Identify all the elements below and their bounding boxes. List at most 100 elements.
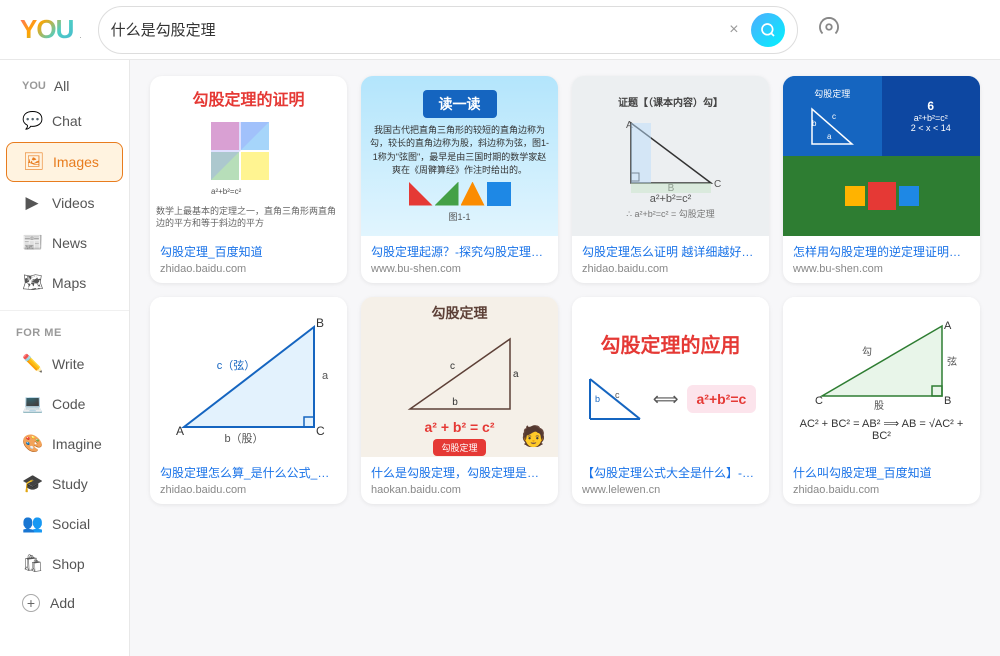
sidebar-item-study-label: Study [52,476,88,492]
image-card-7[interactable]: 勾股定理的应用 b a c ⟺ a²+b²=c [572,297,769,504]
svg-text:a: a [827,132,832,141]
svg-text:b: b [812,119,817,128]
svg-text:c: c [615,390,620,400]
sidebar-item-social[interactable]: 👥 Social [6,505,123,543]
card7-svg: b a c [585,374,645,424]
card2-title: 勾股定理起源？-探究勾股定理的起源写一篇议论文 [371,244,548,261]
add-icon: + [22,594,40,612]
card4-green [783,156,980,236]
all-label: All [54,78,70,94]
svg-text:c: c [450,361,455,372]
card8-visual: C B A 股 弦 勾 AC² + BC² = AB² ⟹ AB = √AC² … [783,297,980,457]
svg-text:B: B [316,316,324,330]
image-card-4[interactable]: 勾股定理 a b c 6 a²+b²=c² 2 [783,76,980,283]
search-icon [760,22,776,38]
card3-sub: ∴ a²+b²=c² = 勾股定理 [618,205,723,222]
svg-text:a²+b²=c²: a²+b²=c² [211,187,242,196]
image-card-2[interactable]: 读一读 我国古代把直角三角形的较短的直角边称为勾，较长的直角边称为股，斜边称为弦… [361,76,558,283]
svg-text:股: 股 [874,400,884,411]
sidebar-item-videos[interactable]: ▶ Videos [6,184,123,222]
image-card-1-image: 勾股定理的证明 [150,76,347,236]
sidebar-item-all[interactable]: YOU All [6,72,123,100]
content-area: 勾股定理的证明 [130,60,1000,656]
svg-text:c（弦）: c（弦） [216,358,255,372]
card7-visual: 勾股定理的应用 b a c ⟺ a²+b²=c [572,297,769,457]
card1-title: 勾股定理_百度知道 [160,244,337,261]
card4-visual: 勾股定理 a b c 6 a²+b²=c² 2 [783,76,980,236]
write-icon: ✏️ [22,354,42,374]
card4-blue-text: 勾股定理 [810,83,854,104]
card6-info: 什么是勾股定理，勾股定理是怎么算出来的，你会了吗_好看视频 haokan.bai… [361,457,558,504]
maps-icon: 🗺 [22,273,42,293]
svg-text:a: a [513,369,519,380]
sidebar-item-imagine[interactable]: 🎨 Imagine [6,425,123,463]
sidebar-item-add[interactable]: + Add [6,585,123,621]
sidebar-item-news[interactable]: 📰 News [6,224,123,262]
svg-text:b（股）: b（股） [224,432,263,445]
card4-domain: www.bu-shen.com [793,263,970,275]
videos-icon: ▶ [22,193,42,213]
card3-diagram-svg: B A C [621,113,721,193]
chat-icon: 💬 [22,111,42,131]
card6-title: 勾股定理 [426,297,494,329]
svg-text:C: C [714,179,721,190]
svg-text:C: C [815,395,823,407]
for-me-label: For Me [0,319,129,343]
card5-info: 勾股定理怎么算_是什么公式_百度知道 zhidao.baidu.com [150,457,347,504]
image-card-8[interactable]: C B A 股 弦 勾 AC² + BC² = AB² ⟹ AB = √AC² … [783,297,980,504]
card6-domain: haokan.baidu.com [371,484,548,496]
card5-triangle-svg: A C B b（股） a（勾） c（弦） [164,307,334,447]
sidebar-item-write-label: Write [52,356,84,372]
card3-domain: zhidao.baidu.com [582,263,759,275]
sidebar-item-maps[interactable]: 🗺 Maps [6,264,123,302]
sidebar-item-images-label: Images [53,154,99,170]
filter-icon [818,16,840,38]
card7-info: 【勾股定理公式大全是什么】-乐乐问答 www.lelewen.cn [572,457,769,504]
image-card-1[interactable]: 勾股定理的证明 [150,76,347,283]
sidebar-item-shop[interactable]: 🛍 Shop [6,545,123,583]
filter-button[interactable] [814,12,844,48]
imagine-icon: 🎨 [22,434,42,454]
code-icon: 💻 [22,394,42,414]
card3-heading: 证题【（课本内容）勾】 [610,90,731,113]
card6-badge: 勾股定理 [433,439,485,456]
sidebar: YOU All 💬 Chat 🖼 Images ▶ Videos 📰 News … [0,60,130,656]
image-card-5-image: A C B b（股） a（勾） c（弦） [150,297,347,457]
card2-visual: 读一读 我国古代把直角三角形的较短的直角边称为勾，较长的直角边称为股，斜边称为弦… [361,76,558,236]
card6-title-text: 什么是勾股定理，勾股定理是怎么算出来的，你会了吗_好看视频 [371,465,548,482]
clear-button[interactable]: × [725,20,742,40]
card3-info: 勾股定理怎么证明 越详细越好_百度知道 zhidao.baidu.com [572,236,769,283]
card4-blue: 勾股定理 a b c [783,76,882,156]
card3-visual: 证题【（课本内容）勾】 B A C [572,76,769,236]
card1-visual: 勾股定理的证明 [150,76,347,236]
card1-heading: 勾股定理的证明 [184,82,312,114]
card7-formula-box: a²+b²=c [687,385,757,413]
card1-diagrams: a²+b²=c² [205,116,293,204]
image-card-7-image: 勾股定理的应用 b a c ⟺ a²+b²=c [572,297,769,457]
svg-text:a（勾）: a（勾） [322,369,334,382]
card8-formula: AC² + BC² = AB² ⟹ AB = √AC² + BC² [783,417,980,442]
card4-info: 怎样用勾股定理的逆定理证明直角三角形-证明勾股定理的逆定理 www.bu-she… [783,236,980,283]
search-button[interactable] [751,13,785,47]
card7-arrow: ⟺ [653,389,679,410]
sidebar-item-code[interactable]: 💻 Code [6,385,123,423]
sidebar-item-images[interactable]: 🖼 Images [6,142,123,182]
sidebar-divider [0,310,129,311]
card8-triangle-svg: C B A 股 弦 勾 [807,311,957,411]
svg-text:B: B [944,395,951,407]
sidebar-item-chat[interactable]: 💬 Chat [6,102,123,140]
image-card-3[interactable]: 证题【（课本内容）勾】 B A C [572,76,769,283]
images-icon: 🖼 [23,152,43,172]
sidebar-item-write[interactable]: ✏️ Write [6,345,123,383]
card7-formula-row: b a c ⟺ a²+b²=c [577,366,765,432]
card6-formula: a² + b² = c² [424,419,494,435]
card2-desc: 我国古代把直角三角形的较短的直角边称为勾，较长的直角边称为股，斜边称为弦，图1-… [361,124,558,178]
news-icon: 📰 [22,233,42,253]
card3-title: 勾股定理怎么证明 越详细越好_百度知道 [582,244,759,261]
image-card-5[interactable]: A C B b（股） a（勾） c（弦） 勾股定理怎么算_是什么公式_百度知道 … [150,297,347,504]
sidebar-item-news-label: News [52,235,87,251]
image-card-6[interactable]: 勾股定理 b a c a² + b² = c² 勾股定理 🧑 [361,297,558,504]
card7-domain: www.lelewen.cn [582,484,759,496]
sidebar-item-study[interactable]: 🎓 Study [6,465,123,503]
search-input[interactable] [111,21,718,38]
